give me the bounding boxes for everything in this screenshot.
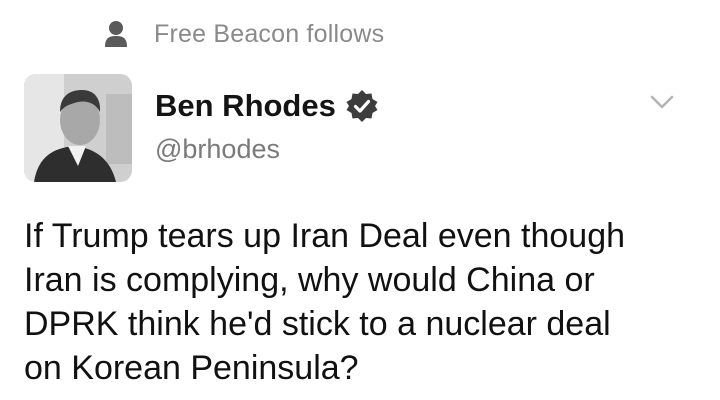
avatar-image	[24, 74, 132, 182]
tweet-card: Free Beacon follows Ben Rhodes @brhodes …	[0, 0, 720, 400]
tweet-text: If Trump tears up Iran Deal even though …	[24, 217, 626, 387]
person-icon	[105, 21, 127, 47]
author-handle[interactable]: @brhodes	[155, 134, 280, 165]
social-context-text: Free Beacon follows	[154, 19, 385, 48]
avatar[interactable]	[24, 74, 132, 182]
author-name-row[interactable]: Ben Rhodes	[155, 88, 379, 124]
social-context[interactable]: Free Beacon follows	[104, 18, 384, 50]
chevron-down-icon[interactable]	[648, 91, 676, 113]
verified-badge-icon	[346, 90, 378, 122]
display-name[interactable]: Ben Rhodes	[155, 88, 336, 124]
